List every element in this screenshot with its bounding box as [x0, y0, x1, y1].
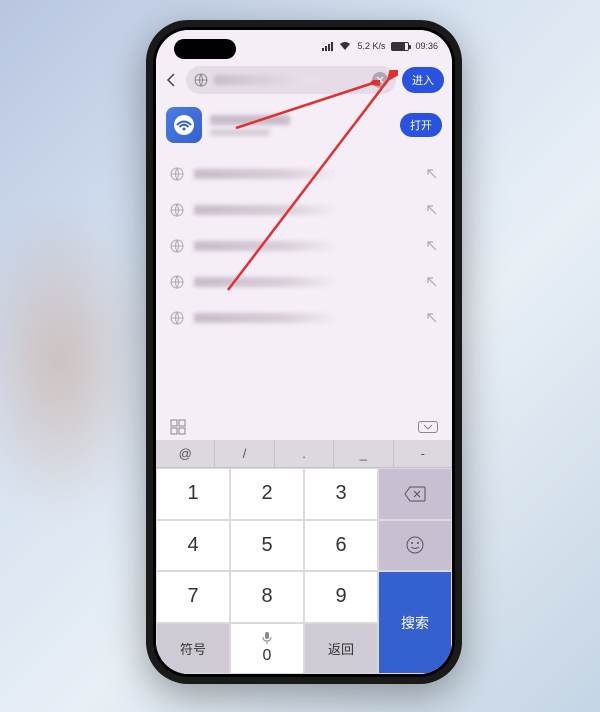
key-4[interactable]: 4 [156, 520, 230, 572]
key-1[interactable]: 1 [156, 468, 230, 520]
arrow-up-left-icon [426, 240, 438, 252]
back-icon[interactable] [164, 72, 180, 88]
enter-button[interactable]: 进入 [402, 67, 444, 93]
globe-icon [170, 275, 184, 289]
history-item[interactable] [156, 300, 452, 336]
history-text-blurred [194, 313, 416, 323]
globe-icon [170, 203, 184, 217]
app-icon-wifi [166, 107, 202, 143]
history-text-blurred [194, 241, 416, 251]
sym-slash-key[interactable]: / [215, 440, 274, 467]
open-app-button[interactable]: 打开 [400, 113, 442, 137]
backspace-icon [404, 486, 426, 502]
hide-keyboard-button[interactable] [418, 421, 438, 433]
sym-at-key[interactable]: @ [156, 440, 215, 467]
phone-screen: 5.2 K/s 09:36 进入 [156, 30, 452, 674]
history-text-blurred [194, 205, 416, 215]
key-6[interactable]: 6 [304, 520, 378, 572]
url-text-blurred [214, 75, 366, 85]
history-text-blurred [194, 169, 416, 179]
return-key[interactable]: 返回 [304, 623, 378, 675]
history-item[interactable] [156, 156, 452, 192]
key-0[interactable]: 0 [230, 623, 304, 675]
apps-grid-icon[interactable] [170, 419, 186, 435]
arrow-up-left-icon [426, 312, 438, 324]
smile-icon [406, 536, 424, 554]
arrow-up-left-icon [426, 276, 438, 288]
arrow-up-left-icon [426, 168, 438, 180]
wifi-status-icon [339, 41, 351, 51]
globe-icon [170, 311, 184, 325]
key-3[interactable]: 3 [304, 468, 378, 520]
phone-frame: 5.2 K/s 09:36 进入 [146, 20, 462, 684]
sym-dot-key[interactable]: . [275, 440, 334, 467]
history-item[interactable] [156, 192, 452, 228]
url-input[interactable] [186, 66, 396, 94]
globe-icon [170, 167, 184, 181]
key-5[interactable]: 5 [230, 520, 304, 572]
key-8[interactable]: 8 [230, 571, 304, 623]
symbol-row: @ / . _ - [156, 440, 452, 468]
history-list [156, 152, 452, 340]
mode-symbols-key[interactable]: 符号 [156, 623, 230, 675]
numeric-keyboard: @ / . _ - 1 2 3 4 5 6 7 8 [156, 440, 452, 674]
arrow-up-left-icon [426, 204, 438, 216]
key-2[interactable]: 2 [230, 468, 304, 520]
history-item[interactable] [156, 228, 452, 264]
battery-icon [391, 42, 409, 51]
globe-icon [194, 73, 208, 87]
globe-icon [170, 239, 184, 253]
search-key[interactable]: 搜索 [378, 571, 452, 674]
address-bar-row: 进入 [156, 62, 452, 98]
key-7[interactable]: 7 [156, 571, 230, 623]
open-button-label: 打开 [410, 117, 432, 133]
history-text-blurred [194, 277, 416, 287]
clear-input-button[interactable] [372, 72, 388, 88]
search-key-label: 搜索 [401, 613, 429, 633]
backspace-key[interactable] [378, 468, 452, 520]
keyboard-toolbar [156, 414, 452, 440]
app-title-area [210, 115, 392, 136]
clock-label: 09:36 [415, 41, 438, 51]
mic-icon [260, 631, 274, 645]
enter-button-label: 进入 [412, 72, 434, 88]
app-suggestion-card[interactable]: 打开 [166, 104, 442, 146]
emoji-key[interactable] [378, 520, 452, 572]
network-speed-label: 5.2 K/s [357, 41, 385, 51]
history-item[interactable] [156, 264, 452, 300]
sym-dash-key[interactable]: - [394, 440, 452, 467]
signal-icon [322, 42, 333, 51]
camera-punch-hole [174, 39, 236, 59]
sym-underscore-key[interactable]: _ [334, 440, 393, 467]
key-9[interactable]: 9 [304, 571, 378, 623]
